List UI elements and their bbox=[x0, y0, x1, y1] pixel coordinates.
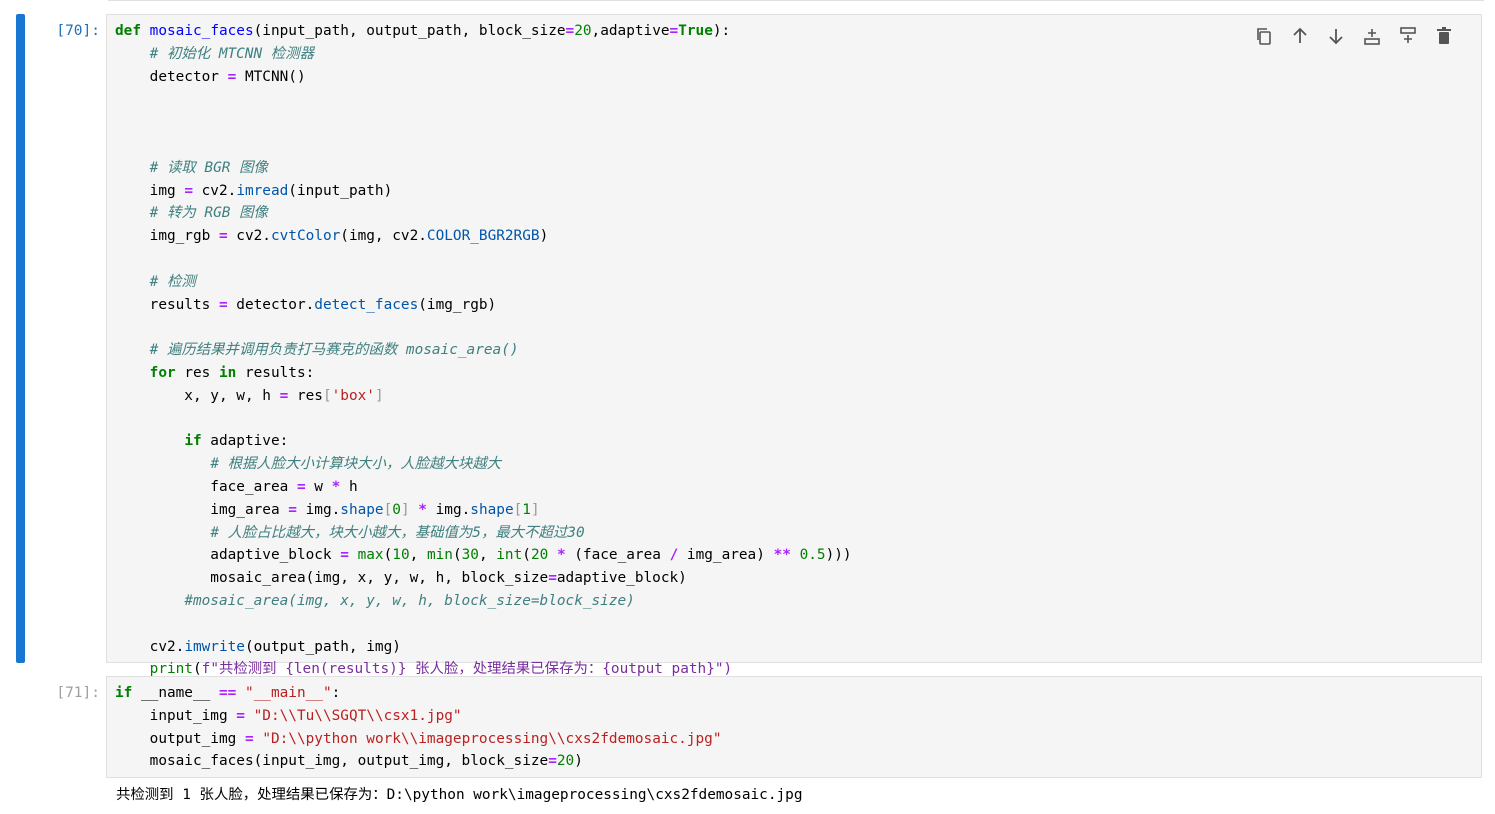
code-line[interactable]: img_area = img.shape[0] * img.shape[1] bbox=[115, 499, 852, 522]
code-line[interactable]: input_img = "D:\\Tu\\SGQT\\csx1.jpg" bbox=[115, 705, 722, 728]
move-down-icon[interactable] bbox=[1323, 23, 1349, 49]
code-line[interactable]: if __name__ == "__main__": bbox=[115, 682, 722, 705]
code-line[interactable]: for res in results: bbox=[115, 362, 852, 385]
code-line[interactable] bbox=[115, 88, 852, 111]
delete-icon[interactable] bbox=[1431, 23, 1457, 49]
code-line[interactable]: # 遍历结果并调用负责打马赛克的函数 mosaic_area() bbox=[115, 339, 852, 362]
code-line[interactable]: img = cv2.imread(input_path) bbox=[115, 180, 852, 203]
code-cell-71[interactable]: [71]: if __name__ == "__main__": input_i… bbox=[0, 676, 1495, 778]
code-line[interactable]: x, y, w, h = res['box'] bbox=[115, 385, 852, 408]
code-line[interactable]: # 检测 bbox=[115, 271, 852, 294]
code-line[interactable]: def mosaic_faces(input_path, output_path… bbox=[115, 20, 852, 43]
execution-count: [71]: bbox=[56, 685, 100, 701]
code-line[interactable]: face_area = w * h bbox=[115, 476, 852, 499]
code-cell-70[interactable]: [70]: def mosaic_faces(input_path, outpu… bbox=[0, 14, 1495, 677]
code-line[interactable]: #mosaic_area(img, x, y, w, h, block_size… bbox=[115, 590, 852, 613]
code-line[interactable] bbox=[115, 111, 852, 134]
code-line[interactable]: output_img = "D:\\python work\\imageproc… bbox=[115, 728, 722, 751]
code-line[interactable]: # 转为 RGB 图像 bbox=[115, 202, 852, 225]
code-text[interactable]: if __name__ == "__main__": input_img = "… bbox=[115, 682, 722, 773]
code-line[interactable]: cv2.imwrite(output_path, img) bbox=[115, 636, 852, 659]
code-line[interactable] bbox=[115, 316, 852, 339]
code-line[interactable] bbox=[115, 613, 852, 636]
code-line[interactable]: adaptive_block = max(10, min(30, int(20 … bbox=[115, 544, 851, 567]
code-line[interactable]: img_rgb = cv2.cvtColor(img, cv2.COLOR_BG… bbox=[115, 225, 852, 248]
code-line[interactable]: # 初始化 MTCNN 检测器 bbox=[115, 43, 852, 66]
code-line[interactable]: mosaic_area(img, x, y, w, h, block_size=… bbox=[115, 567, 852, 590]
code-editor[interactable]: if __name__ == "__main__": input_img = "… bbox=[106, 676, 1482, 778]
insert-below-icon[interactable] bbox=[1395, 23, 1421, 49]
execution-count: [70]: bbox=[56, 23, 100, 39]
code-editor[interactable]: def mosaic_faces(input_path, output_path… bbox=[106, 14, 1482, 677]
code-line[interactable] bbox=[115, 134, 852, 157]
cell-output: 共检测到 1 张人脸，处理结果已保存为：D:\python work\image… bbox=[116, 787, 803, 803]
code-line[interactable]: if adaptive: bbox=[115, 430, 852, 453]
move-up-icon[interactable] bbox=[1287, 23, 1313, 49]
code-line[interactable] bbox=[115, 248, 852, 271]
insert-above-icon[interactable] bbox=[1359, 23, 1385, 49]
active-cell-indicator bbox=[16, 14, 25, 663]
code-line[interactable]: detector = MTCNN() bbox=[115, 66, 852, 89]
code-line[interactable]: mosaic_faces(input_img, output_img, bloc… bbox=[115, 750, 722, 773]
code-line[interactable]: # 读取 BGR 图像 bbox=[115, 157, 852, 180]
code-text[interactable]: def mosaic_faces(input_path, output_path… bbox=[115, 20, 852, 681]
code-line[interactable]: results = detector.detect_faces(img_rgb) bbox=[115, 294, 852, 317]
code-line[interactable]: # 根据人脸大小计算块大小，人脸越大块越大 bbox=[115, 453, 852, 476]
cell-toolbar bbox=[1251, 23, 1457, 49]
copy-icon[interactable] bbox=[1251, 23, 1277, 49]
code-line[interactable] bbox=[115, 408, 852, 431]
code-line[interactable]: # 人脸占比越大，块大小越大，基础值为5，最大不超过30 bbox=[115, 522, 852, 545]
top-divider bbox=[108, 0, 1484, 1]
